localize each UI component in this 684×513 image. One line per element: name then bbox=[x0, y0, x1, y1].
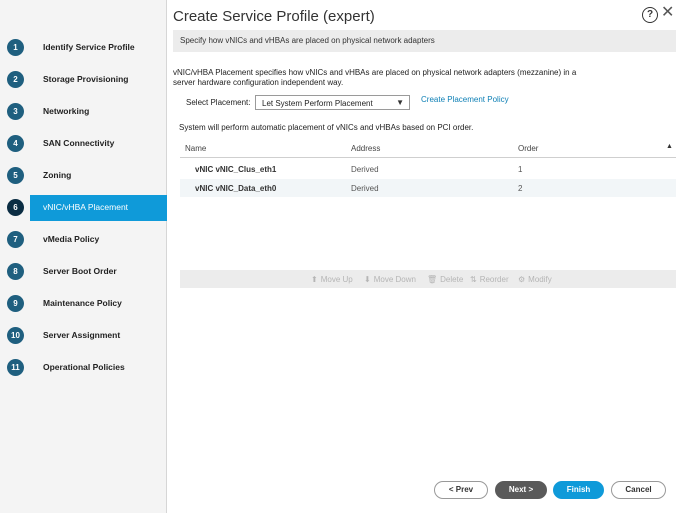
move-down-label: Move Down bbox=[373, 275, 416, 284]
step-operational-policies[interactable]: 11 Operational Policies bbox=[0, 355, 167, 381]
row-order: 1 bbox=[518, 165, 523, 174]
step-number-badge: 2 bbox=[7, 71, 24, 88]
step-zoning[interactable]: 5 Zoning bbox=[0, 163, 167, 189]
reorder-icon: ⇅ bbox=[470, 275, 477, 284]
column-header-order[interactable]: Order bbox=[518, 144, 538, 153]
step-number-badge: 11 bbox=[7, 359, 24, 376]
step-number-badge: 7 bbox=[7, 231, 24, 248]
step-number-badge: 4 bbox=[7, 135, 24, 152]
step-label: Storage Provisioning bbox=[43, 74, 129, 84]
table-row[interactable]: vNIC vNIC_Clus_eth1 Derived 1 bbox=[180, 160, 676, 178]
step-label: Identify Service Profile bbox=[43, 42, 135, 52]
page-title: Create Service Profile (expert) bbox=[173, 8, 375, 25]
table-toolbar: ⬆ Move Up ⬇ Move Down 🗑 Delete ⇅ Reorder ⚙ Mo… bbox=[180, 270, 676, 288]
row-order: 2 bbox=[518, 184, 523, 193]
table-header: Name Address Order ▲ bbox=[180, 138, 676, 158]
step-identify-service-profile[interactable]: 1 Identify Service Profile bbox=[0, 35, 167, 61]
step-number-badge: 3 bbox=[7, 103, 24, 120]
delete-button[interactable]: 🗑 Delete bbox=[427, 275, 463, 284]
column-header-name[interactable]: Name bbox=[185, 144, 206, 153]
row-address: Derived bbox=[351, 184, 379, 193]
select-placement-value: Let System Perform Placement bbox=[262, 99, 373, 108]
cancel-button[interactable]: Cancel bbox=[611, 481, 666, 499]
delete-label: Delete bbox=[440, 275, 464, 284]
step-number-badge: 1 bbox=[7, 39, 24, 56]
step-label: Server Boot Order bbox=[43, 266, 117, 276]
reorder-label: Reorder bbox=[479, 275, 509, 284]
auto-placement-info: System will perform automatic placement … bbox=[179, 123, 474, 132]
step-number-badge: 6 bbox=[7, 199, 24, 216]
help-icon[interactable]: ? bbox=[642, 7, 658, 23]
step-banner: Specify how vNICs and vHBAs are placed o… bbox=[173, 30, 676, 52]
step-label: Server Assignment bbox=[43, 330, 121, 340]
step-san-connectivity[interactable]: 4 SAN Connectivity bbox=[0, 131, 167, 157]
step-number-badge: 9 bbox=[7, 295, 24, 312]
move-up-button[interactable]: ⬆ Move Up bbox=[311, 275, 353, 284]
step-label: Operational Policies bbox=[43, 362, 125, 372]
reorder-button[interactable]: ⇅ Reorder bbox=[470, 275, 509, 284]
step-label: vMedia Policy bbox=[43, 234, 100, 244]
prev-button[interactable]: < Prev bbox=[434, 481, 488, 499]
dropdown-arrow-icon: ▼ bbox=[396, 98, 404, 107]
step-number-badge: 10 bbox=[7, 327, 24, 344]
step-label: Networking bbox=[43, 106, 90, 116]
sort-ascending-icon[interactable]: ▲ bbox=[666, 143, 673, 150]
row-name: vNIC vNIC_Data_eth0 bbox=[195, 184, 277, 193]
close-icon[interactable]: ✕ bbox=[661, 5, 674, 21]
placement-description: vNIC/vHBA Placement specifies how vNICs … bbox=[173, 68, 577, 87]
row-name: vNIC vNIC_Clus_eth1 bbox=[195, 165, 277, 174]
modify-icon: ⚙ bbox=[518, 275, 526, 284]
step-networking[interactable]: 3 Networking bbox=[0, 99, 167, 125]
modify-label: Modify bbox=[528, 275, 552, 284]
step-maintenance-policy[interactable]: 9 Maintenance Policy bbox=[0, 291, 167, 317]
move-up-label: Move Up bbox=[320, 275, 353, 284]
move-down-button[interactable]: ⬇ Move Down bbox=[364, 275, 416, 284]
step-number-badge: 8 bbox=[7, 263, 24, 280]
finish-button[interactable]: Finish bbox=[553, 481, 604, 499]
placement-table: Name Address Order ▲ vNIC vNIC_Clus_eth1… bbox=[180, 138, 676, 288]
arrow-up-icon: ⬆ bbox=[311, 275, 318, 284]
table-row[interactable]: vNIC vNIC_Data_eth0 Derived 2 bbox=[180, 179, 676, 197]
step-server-assignment[interactable]: 10 Server Assignment bbox=[0, 323, 167, 349]
step-label: Maintenance Policy bbox=[43, 298, 122, 308]
arrow-down-icon: ⬇ bbox=[364, 275, 371, 284]
trash-icon: 🗑 bbox=[427, 275, 438, 284]
step-storage-provisioning[interactable]: 2 Storage Provisioning bbox=[0, 67, 167, 93]
create-placement-policy-link[interactable]: Create Placement Policy bbox=[421, 95, 509, 104]
next-button[interactable]: Next > bbox=[495, 481, 547, 499]
step-server-boot-order[interactable]: 8 Server Boot Order bbox=[0, 259, 167, 285]
step-number-badge: 5 bbox=[7, 167, 24, 184]
step-vmedia-policy[interactable]: 7 vMedia Policy bbox=[0, 227, 167, 253]
step-label: Zoning bbox=[43, 170, 72, 180]
row-address: Derived bbox=[351, 165, 379, 174]
step-vnic-vhba-placement[interactable]: 6 vNIC/vHBA Placement bbox=[7, 195, 167, 221]
step-label: vNIC/vHBA Placement bbox=[43, 202, 129, 212]
step-label: SAN Connectivity bbox=[43, 138, 115, 148]
select-placement-label: Select Placement: bbox=[186, 98, 251, 107]
modify-button[interactable]: ⚙ Modify bbox=[518, 275, 552, 284]
column-header-address[interactable]: Address bbox=[351, 144, 380, 153]
select-placement-dropdown[interactable]: Let System Perform Placement ▼ bbox=[255, 95, 410, 110]
